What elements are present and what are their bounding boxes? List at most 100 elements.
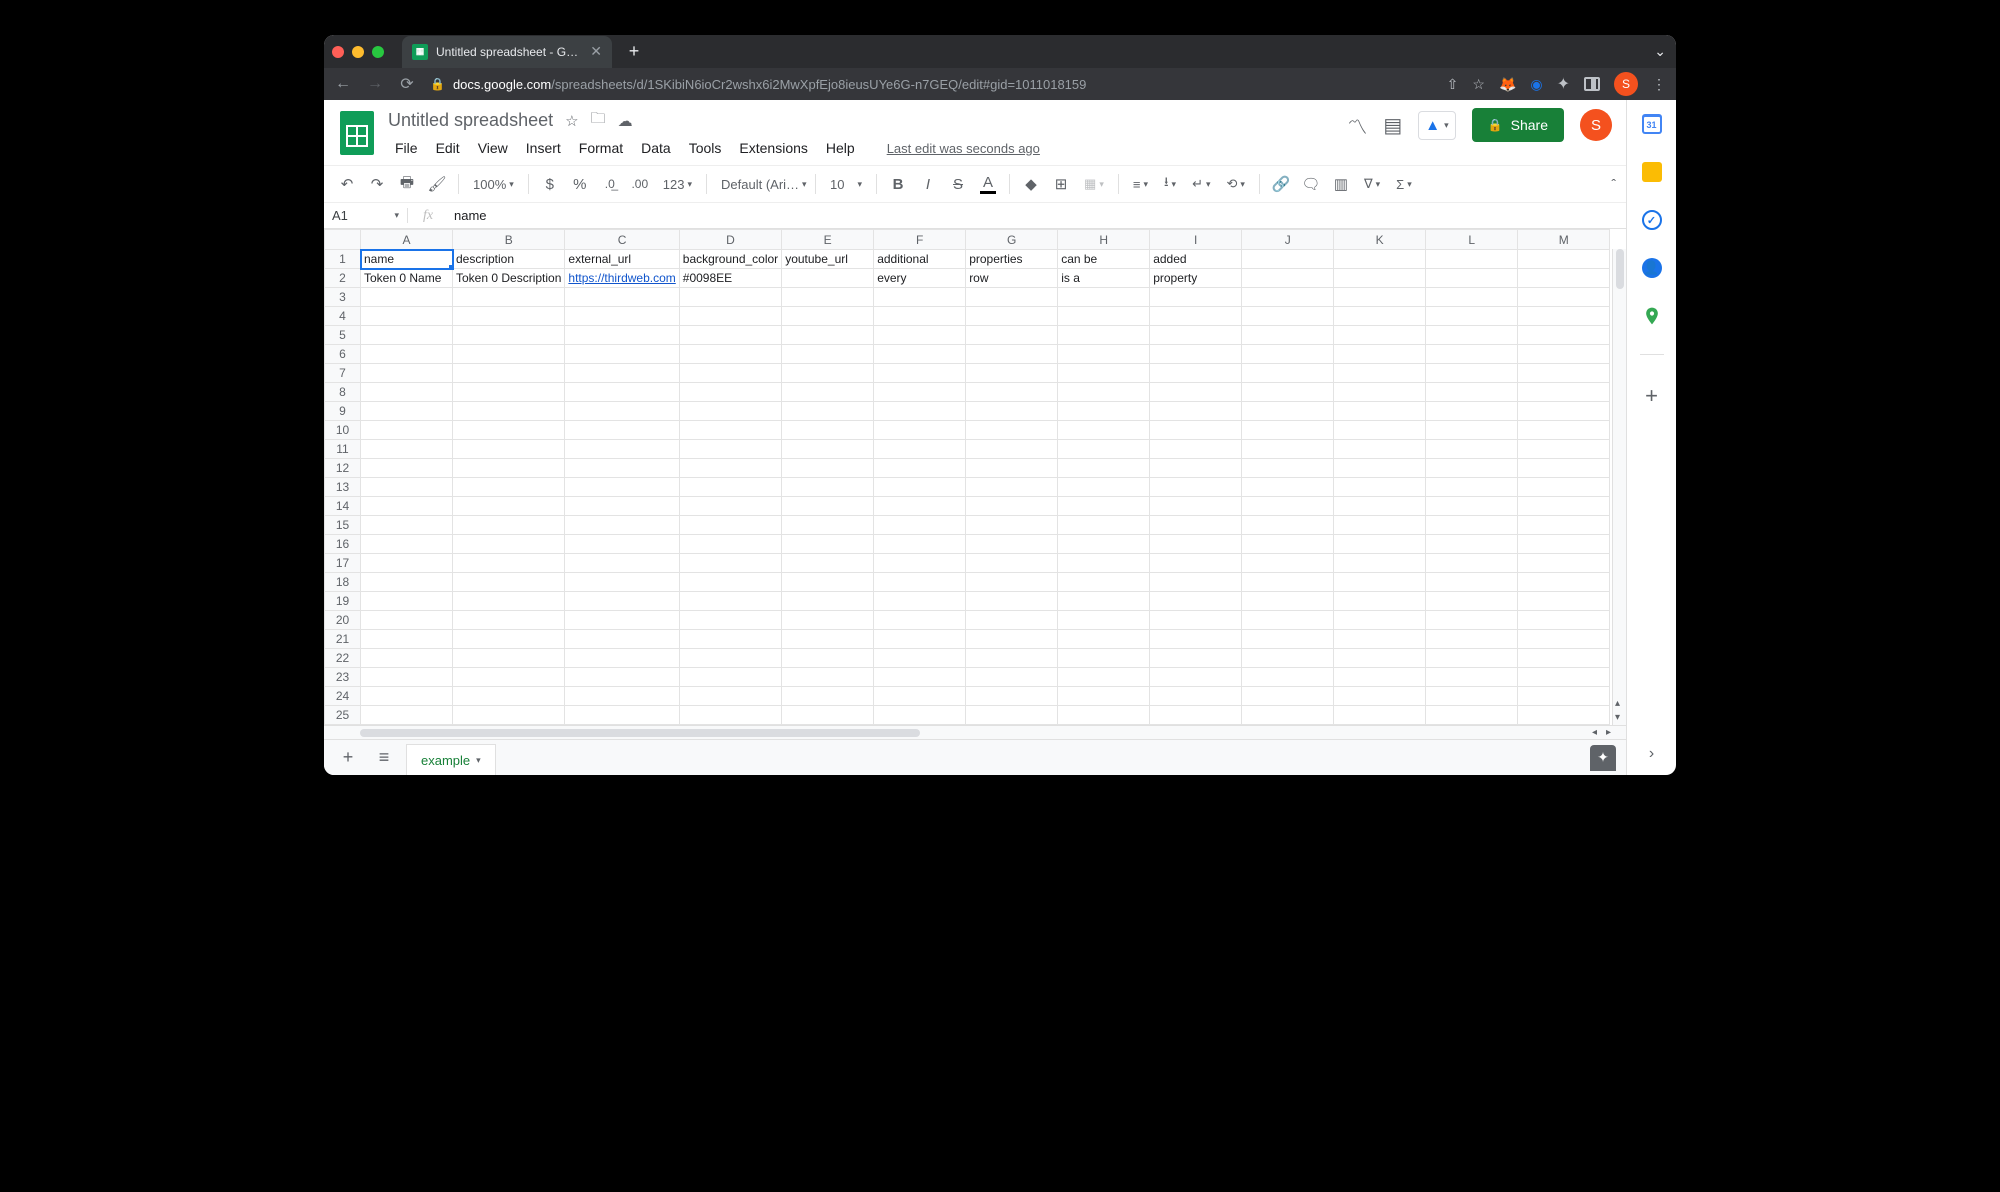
cell[interactable]: [679, 516, 781, 535]
functions-button[interactable]: Σ▾: [1390, 177, 1418, 192]
merge-button[interactable]: ▦▾: [1078, 176, 1110, 192]
cell[interactable]: [1242, 478, 1334, 497]
cell[interactable]: [1150, 307, 1242, 326]
cell[interactable]: [966, 649, 1058, 668]
cell[interactable]: [874, 421, 966, 440]
cell[interactable]: [1518, 269, 1610, 288]
cell[interactable]: [1150, 326, 1242, 345]
cell[interactable]: [874, 497, 966, 516]
cell[interactable]: [453, 497, 565, 516]
cell[interactable]: [782, 269, 874, 288]
col-header-I[interactable]: I: [1150, 230, 1242, 250]
cell[interactable]: [1334, 345, 1426, 364]
cell[interactable]: [453, 364, 565, 383]
maximize-window-icon[interactable]: [372, 46, 384, 58]
horizontal-scrollbar[interactable]: ◂ ▸: [324, 725, 1626, 739]
cell[interactable]: [1426, 326, 1518, 345]
cell[interactable]: [565, 592, 679, 611]
row-header[interactable]: 8: [325, 383, 361, 402]
cell[interactable]: [1150, 440, 1242, 459]
cell[interactable]: [361, 288, 453, 307]
col-header-D[interactable]: D: [679, 230, 781, 250]
col-header-K[interactable]: K: [1334, 230, 1426, 250]
cell[interactable]: [966, 459, 1058, 478]
cell[interactable]: [453, 516, 565, 535]
col-header-J[interactable]: J: [1242, 230, 1334, 250]
cell[interactable]: [782, 706, 874, 725]
hide-side-panel-icon[interactable]: ›: [1649, 745, 1654, 763]
address-bar[interactable]: 🔒 docs.google.com/spreadsheets/d/1SKibiN…: [430, 77, 1433, 92]
cell[interactable]: [1518, 421, 1610, 440]
forward-button[interactable]: →: [366, 75, 384, 93]
cell[interactable]: [1058, 307, 1150, 326]
all-sheets-button[interactable]: ≡: [370, 744, 398, 772]
cell[interactable]: [361, 440, 453, 459]
cell[interactable]: [361, 459, 453, 478]
cell[interactable]: [874, 459, 966, 478]
cell[interactable]: [361, 345, 453, 364]
cell[interactable]: [874, 649, 966, 668]
cell[interactable]: [1242, 516, 1334, 535]
cell[interactable]: [1426, 478, 1518, 497]
cell[interactable]: [1518, 440, 1610, 459]
cell[interactable]: [1334, 573, 1426, 592]
cell[interactable]: [679, 535, 781, 554]
comment-button[interactable]: 🗨: [1298, 171, 1324, 197]
cell[interactable]: [361, 592, 453, 611]
cell[interactable]: [1058, 592, 1150, 611]
cell[interactable]: [361, 668, 453, 687]
cell[interactable]: [679, 573, 781, 592]
cell[interactable]: [874, 687, 966, 706]
cell[interactable]: [1518, 630, 1610, 649]
cloud-status-icon[interactable]: ☁: [618, 112, 633, 130]
cell[interactable]: [1058, 364, 1150, 383]
filter-button[interactable]: ∇▾: [1358, 176, 1386, 192]
cell[interactable]: [782, 516, 874, 535]
cell[interactable]: [453, 554, 565, 573]
cell[interactable]: [874, 592, 966, 611]
cell[interactable]: [1150, 687, 1242, 706]
cell[interactable]: [1518, 668, 1610, 687]
cell[interactable]: [1426, 687, 1518, 706]
doc-title[interactable]: Untitled spreadsheet: [388, 110, 553, 131]
cell[interactable]: [1334, 421, 1426, 440]
cell[interactable]: [1518, 402, 1610, 421]
cell[interactable]: [1426, 630, 1518, 649]
cell[interactable]: [1518, 649, 1610, 668]
menu-file[interactable]: File: [388, 137, 425, 159]
cell[interactable]: [874, 364, 966, 383]
cell[interactable]: [1426, 649, 1518, 668]
menu-tools[interactable]: Tools: [682, 137, 729, 159]
cell[interactable]: [1058, 554, 1150, 573]
cell[interactable]: [1334, 611, 1426, 630]
cell[interactable]: [1426, 516, 1518, 535]
cell[interactable]: [679, 440, 781, 459]
strikethrough-button[interactable]: S: [945, 171, 971, 197]
cell[interactable]: [1242, 440, 1334, 459]
h-align-button[interactable]: ≡▾: [1127, 177, 1154, 192]
cell[interactable]: [679, 383, 781, 402]
menu-insert[interactable]: Insert: [519, 137, 568, 159]
cell[interactable]: https://thirdweb.com: [565, 269, 679, 288]
cell[interactable]: [782, 459, 874, 478]
cell[interactable]: [361, 573, 453, 592]
cell[interactable]: [874, 440, 966, 459]
cell[interactable]: [966, 497, 1058, 516]
grid-scroll[interactable]: ABCDEFGHIJKLM1namedescriptionexternal_ur…: [324, 229, 1626, 725]
calendar-icon[interactable]: [1642, 114, 1662, 134]
row-header[interactable]: 7: [325, 364, 361, 383]
cell[interactable]: [679, 611, 781, 630]
cell[interactable]: row: [966, 269, 1058, 288]
star-icon[interactable]: ☆: [565, 112, 578, 130]
cell[interactable]: [679, 554, 781, 573]
chrome-profile-avatar[interactable]: S: [1614, 72, 1638, 96]
cell[interactable]: [1426, 706, 1518, 725]
cell[interactable]: [874, 383, 966, 402]
cell[interactable]: [1334, 592, 1426, 611]
cell[interactable]: [565, 402, 679, 421]
cell[interactable]: [1242, 459, 1334, 478]
cell[interactable]: [966, 326, 1058, 345]
cell[interactable]: [1518, 459, 1610, 478]
cell[interactable]: [1426, 402, 1518, 421]
cell[interactable]: [453, 535, 565, 554]
